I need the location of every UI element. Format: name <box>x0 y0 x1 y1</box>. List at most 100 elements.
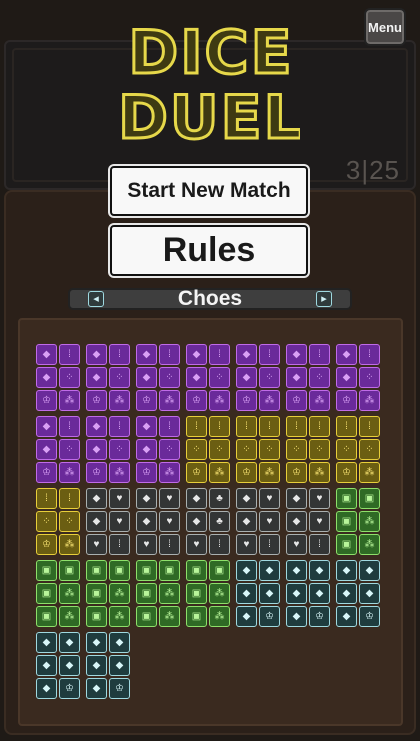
die-face: ♔ <box>136 390 157 411</box>
die-face: ⁞ <box>159 344 180 365</box>
dice-set[interactable]: ◆ ♥ ◆ ♥ ♥ ⁞ <box>286 488 330 556</box>
die-face: ⁘ <box>236 439 257 460</box>
dice-set[interactable]: ▣ ▣ ▣ ⁂ ▣ ⁂ <box>186 560 230 628</box>
dice-collection-panel: ◆ ⁞ ◆ ⁘ ♔ ⁂ ◆ ⁞ ◆ ⁘ ♔ ⁂ ◆ ⁞ ◆ ⁘ ♔ ⁂ ◆ ⁞ ◆ ⁘ ♔ ⁂ ◆ ⁞ ◆ ⁘ ♔ ⁂ ◆ ⁞ ◆ ⁘ ♔ ⁂ ◆ ⁞ ◆ ⁘… <box>18 318 403 726</box>
die-face: ◆ <box>186 344 207 365</box>
die-face: ⁂ <box>209 390 230 411</box>
die-face: ⁂ <box>209 606 230 627</box>
dice-set[interactable]: ◆ ⁞ ◆ ⁘ ♔ ⁂ <box>336 344 380 412</box>
dice-set[interactable]: ◆ ⁞ ◆ ⁘ ♔ ⁂ <box>236 344 280 412</box>
die-face: ⁂ <box>109 462 130 483</box>
die-face: ◆ <box>86 511 107 532</box>
dice-set[interactable]: ▣ ▣ ▣ ⁂ ▣ ⁂ <box>136 560 180 628</box>
dice-set[interactable]: ◆ ⁞ ◆ ⁘ ♔ ⁂ <box>36 344 80 412</box>
dice-set[interactable]: ◆ ♥ ◆ ♥ ♥ ⁞ <box>86 488 130 556</box>
dice-set[interactable]: ◆ ⁞ ◆ ⁘ ♔ ⁂ <box>136 416 180 484</box>
die-face: ◆ <box>336 606 357 627</box>
die-face: ⁂ <box>109 606 130 627</box>
die-face: ◆ <box>286 560 307 581</box>
die-face: ▣ <box>336 488 357 509</box>
start-new-match-button[interactable]: Start New Match <box>110 166 308 216</box>
die-face: ⁞ <box>209 416 230 437</box>
dice-set[interactable]: ◆ ◆ ◆ ◆ ◆ ♔ <box>36 632 80 700</box>
menu-button[interactable]: Menu <box>364 8 406 46</box>
die-face: ◆ <box>336 583 357 604</box>
dice-set[interactable]: ⁞ ⁞ ⁘ ⁘ ♔ ⁂ <box>36 488 80 556</box>
die-face: ♥ <box>309 488 330 509</box>
dice-set-selector: ◂ Choes ▸ <box>68 287 352 310</box>
dice-set[interactable]: ◆ ♣ ◆ ♣ ♥ ⁞ <box>186 488 230 556</box>
rules-button[interactable]: Rules <box>110 225 308 276</box>
die-face: ◆ <box>36 416 57 437</box>
die-face: ⁂ <box>59 606 80 627</box>
dice-set[interactable]: ◆ ⁞ ◆ ⁘ ♔ ⁂ <box>86 416 130 484</box>
die-face: ⁞ <box>109 344 130 365</box>
die-face: ⁂ <box>59 583 80 604</box>
die-face: ⁘ <box>186 439 207 460</box>
die-face: ▣ <box>136 583 157 604</box>
die-face: ◆ <box>59 632 80 653</box>
die-face: ⁘ <box>109 439 130 460</box>
die-face: ♔ <box>336 390 357 411</box>
die-face: ◆ <box>86 678 107 699</box>
die-face: ◆ <box>286 344 307 365</box>
dice-set[interactable]: ⁞ ⁞ ⁘ ⁘ ♔ ⁂ <box>336 416 380 484</box>
dice-set[interactable]: ▣ ▣ ▣ ⁂ ▣ ⁂ <box>336 488 380 556</box>
die-face: ◆ <box>286 488 307 509</box>
die-face: ⁘ <box>59 439 80 460</box>
die-face: ◆ <box>309 560 330 581</box>
die-face: ⁂ <box>309 390 330 411</box>
dice-set[interactable]: ◆ ⁞ ◆ ⁘ ♔ ⁂ <box>136 344 180 412</box>
die-face: ⁂ <box>359 511 380 532</box>
die-face: ♥ <box>259 488 280 509</box>
die-face: ♥ <box>86 534 107 555</box>
die-face: ♥ <box>159 488 180 509</box>
dice-set[interactable]: ▣ ▣ ▣ ⁂ ▣ ⁂ <box>86 560 130 628</box>
game-logo: DICE DUEL <box>122 18 300 144</box>
dice-set[interactable]: ◆ ♥ ◆ ♥ ♥ ⁞ <box>236 488 280 556</box>
die-face: ◆ <box>86 439 107 460</box>
dice-set[interactable]: ◆ ⁞ ◆ ⁘ ♔ ⁂ <box>186 344 230 412</box>
die-face: ◆ <box>186 488 207 509</box>
die-face: ⁞ <box>359 416 380 437</box>
dice-set[interactable]: ◆ ◆ ◆ ◆ ◆ ♔ <box>236 560 280 628</box>
die-face: ⁘ <box>259 367 280 388</box>
dice-set[interactable]: ⁞ ⁞ ⁘ ⁘ ♔ ⁂ <box>286 416 330 484</box>
dice-set[interactable]: ◆ ⁞ ◆ ⁘ ♔ ⁂ <box>86 344 130 412</box>
dice-set[interactable]: ▣ ▣ ▣ ⁂ ▣ ⁂ <box>36 560 80 628</box>
die-face: ⁞ <box>59 416 80 437</box>
die-face: ⁞ <box>259 534 280 555</box>
die-face: ⁞ <box>36 488 57 509</box>
dice-set[interactable]: ◆ ♥ ◆ ♥ ♥ ⁞ <box>136 488 180 556</box>
die-face: ◆ <box>86 367 107 388</box>
die-face: ⁂ <box>59 462 80 483</box>
arrow-right-icon[interactable]: ▸ <box>316 291 332 307</box>
dice-set[interactable]: ◆ ⁞ ◆ ⁘ ♔ ⁂ <box>286 344 330 412</box>
die-face: ◆ <box>136 511 157 532</box>
die-face: ◆ <box>86 344 107 365</box>
dice-set[interactable]: ◆ ◆ ◆ ◆ ◆ ♔ <box>336 560 380 628</box>
dice-set[interactable]: ◆ ◆ ◆ ◆ ◆ ♔ <box>286 560 330 628</box>
die-face: ⁞ <box>309 344 330 365</box>
die-face: ♔ <box>309 606 330 627</box>
die-face: ◆ <box>109 632 130 653</box>
dice-set[interactable]: ◆ ⁞ ◆ ⁘ ♔ ⁂ <box>36 416 80 484</box>
dice-set[interactable]: ⁞ ⁞ ⁘ ⁘ ♔ ⁂ <box>186 416 230 484</box>
die-face: ◆ <box>286 583 307 604</box>
die-face: ▣ <box>186 606 207 627</box>
die-face: ◆ <box>186 367 207 388</box>
die-face: ♔ <box>286 390 307 411</box>
dice-set[interactable]: ⁞ ⁞ ⁘ ⁘ ♔ ⁂ <box>236 416 280 484</box>
die-face: ▣ <box>59 560 80 581</box>
die-face: ♔ <box>36 534 57 555</box>
die-face: ⁘ <box>59 511 80 532</box>
die-face: ⁘ <box>36 511 57 532</box>
die-face: ▣ <box>209 560 230 581</box>
die-face: ▣ <box>36 583 57 604</box>
score-counter: 3|25 <box>345 155 400 185</box>
dice-set[interactable]: ◆ ◆ ◆ ◆ ◆ ♔ <box>86 632 130 700</box>
die-face: ♔ <box>359 606 380 627</box>
die-face: ⁘ <box>259 439 280 460</box>
die-face: ◆ <box>36 367 57 388</box>
die-face: ⁞ <box>286 416 307 437</box>
